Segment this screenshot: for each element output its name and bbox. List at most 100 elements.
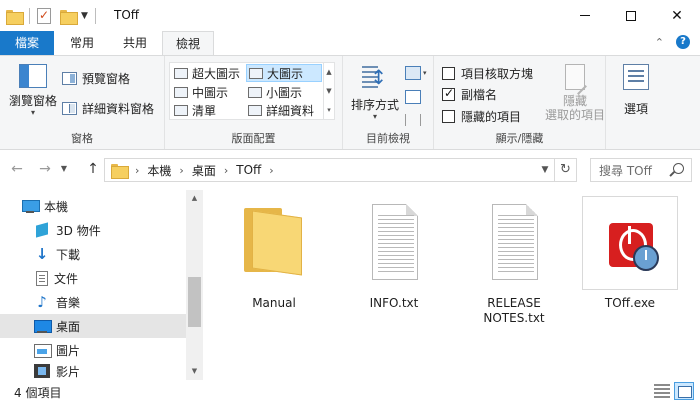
large-icons-view-icon[interactable] — [674, 382, 694, 400]
breadcrumb-separator[interactable]: › — [135, 164, 139, 177]
download-arrow-icon: ↓ — [35, 245, 49, 263]
minimize-button[interactable] — [562, 0, 608, 31]
refresh-icon[interactable]: ↻ — [554, 159, 576, 181]
sidebar-item-music[interactable]: ♪ 音樂 — [0, 290, 186, 314]
up-arrow-icon[interactable]: ↑ — [84, 161, 102, 177]
sidebar-item-documents[interactable]: 文件 — [0, 266, 186, 290]
layout-details[interactable]: 詳細資料 — [246, 101, 322, 119]
desktop-icon — [34, 318, 52, 334]
sidebar-item-videos[interactable]: 影片 — [0, 362, 186, 380]
details-pane-label: 詳細資料窗格 — [82, 101, 155, 116]
text-document-icon — [492, 204, 538, 280]
file-name: Manual — [252, 296, 296, 310]
options-icon — [623, 64, 649, 90]
checkbox[interactable] — [442, 109, 455, 123]
customize-toolbar-dropdown-icon[interactable]: ▼ — [81, 11, 88, 21]
layout-medium-icons[interactable]: 中圖示 — [172, 83, 244, 101]
details-icon — [248, 104, 262, 116]
layout-list[interactable]: 清單 — [172, 101, 244, 119]
sidebar-item-this-pc[interactable]: 本機 — [0, 194, 186, 218]
group-by-icon[interactable] — [405, 66, 421, 80]
tab-view[interactable]: 檢視 — [162, 31, 214, 56]
recent-locations-chevron-icon[interactable]: ▼ — [58, 164, 70, 173]
navigation-pane-scrollbar[interactable]: ▲ ▼ — [186, 190, 203, 380]
file-extensions-toggle[interactable]: 副檔名 — [442, 84, 497, 104]
sidebar-item-label: 影片 — [56, 364, 81, 379]
layout-item-label: 中圖示 — [192, 85, 229, 100]
current-view-group: ↕ 排序方式 ▾ ▾ 目前檢視 — [343, 56, 434, 149]
file-item-manual[interactable]: Manual — [224, 196, 324, 311]
3d-objects-icon — [34, 222, 50, 238]
file-name: RELEASE NOTES.txt — [464, 296, 564, 326]
music-note-icon: ♪ — [37, 293, 47, 311]
hide-selected-icon — [565, 64, 585, 90]
breadcrumb-separator[interactable]: › — [179, 164, 183, 177]
medium-icons-icon — [174, 86, 188, 98]
options-button[interactable]: 選項 — [614, 64, 658, 117]
file-name-line2: NOTES.txt — [483, 311, 545, 325]
tab-share[interactable]: 共用 — [110, 31, 160, 55]
collapse-ribbon-icon[interactable]: ⌃ — [655, 36, 664, 49]
details-pane-button[interactable]: 詳細資料窗格 — [62, 98, 154, 118]
breadcrumb-separator[interactable]: › — [224, 164, 228, 177]
breadcrumb-desktop[interactable]: 桌面 — [192, 162, 216, 179]
sidebar-item-label: 圖片 — [56, 343, 81, 358]
tab-file[interactable]: 檔案 — [0, 31, 54, 55]
checkbox[interactable] — [442, 66, 455, 80]
layout-item-label: 大圖示 — [267, 66, 304, 81]
layout-small-icons[interactable]: 小圖示 — [246, 83, 322, 101]
hidden-items-toggle[interactable]: 隱藏的項目 — [442, 106, 521, 126]
layout-item-label: 清單 — [192, 103, 217, 118]
extra-large-icons-icon — [174, 67, 188, 79]
window-title: TOff — [114, 8, 140, 22]
chevron-down-icon: ▾ — [372, 112, 377, 121]
sidebar-item-3d-objects[interactable]: 3D 物件 — [0, 218, 186, 242]
help-icon[interactable]: ? — [676, 35, 690, 49]
layout-large-icons[interactable]: 大圖示 — [246, 64, 322, 82]
maximize-button[interactable] — [608, 0, 654, 31]
hide-selected-label-line2: 選取的項目 — [544, 108, 605, 122]
breadcrumb-toff[interactable]: TOff — [236, 163, 261, 177]
details-view-icon[interactable] — [654, 384, 670, 398]
properties-icon[interactable] — [37, 8, 51, 24]
search-input[interactable]: 搜尋 TOff — [590, 158, 692, 182]
file-list: Manual INFO.txt RELEASE NOTES.txt TOff.e… — [204, 190, 700, 380]
preview-pane-button[interactable]: 預覽窗格 — [62, 68, 130, 88]
new-folder-icon[interactable] — [60, 9, 78, 25]
size-columns-icon[interactable] — [405, 114, 421, 126]
scroll-down-icon[interactable]: ▼ — [186, 363, 203, 380]
tab-home[interactable]: 常用 — [56, 31, 108, 55]
file-item-info-txt[interactable]: INFO.txt — [344, 196, 444, 311]
scroll-up-icon[interactable]: ▲ — [186, 190, 203, 207]
navigation-pane-button[interactable]: 瀏覽窗格 ▾ — [6, 64, 60, 117]
address-history-chevron-icon[interactable]: ▼ — [536, 165, 554, 175]
hide-selected-items-button[interactable]: 隱藏 選取的項目 — [544, 64, 606, 122]
hide-selected-label-line1: 隱藏 — [562, 94, 587, 108]
large-icons-icon — [249, 67, 263, 79]
back-arrow-icon[interactable]: ← — [8, 161, 26, 177]
sort-by-button[interactable]: ↕ 排序方式 ▾ — [349, 64, 401, 121]
hidden-items-label: 隱藏的項目 — [461, 109, 522, 124]
sidebar-item-downloads[interactable]: ↓ 下載 — [0, 242, 186, 266]
more-icon[interactable]: ▾ — [327, 106, 331, 114]
layout-extra-large-icons[interactable]: 超大圖示 — [172, 64, 244, 82]
breadcrumb-this-pc[interactable]: 本機 — [147, 162, 171, 179]
sidebar-item-desktop[interactable]: 桌面 — [0, 314, 186, 338]
breadcrumb-separator[interactable]: › — [269, 164, 273, 177]
item-checkboxes-toggle[interactable]: 項目核取方塊 — [442, 63, 533, 83]
address-bar[interactable]: › 本機 › 桌面 › TOff › ▼ ↻ — [104, 158, 577, 182]
checkbox[interactable] — [442, 86, 455, 101]
sidebar-item-pictures[interactable]: 圖片 — [0, 338, 186, 362]
chevron-down-icon[interactable]: ▼ — [326, 87, 331, 95]
file-item-toff-exe[interactable]: TOff.exe — [580, 196, 680, 311]
chevron-up-icon[interactable]: ▲ — [326, 68, 331, 76]
minimize-icon — [580, 15, 590, 16]
layout-gallery-scroll[interactable]: ▲ ▼ ▾ — [323, 63, 334, 119]
forward-arrow-icon[interactable]: → — [36, 161, 54, 177]
add-columns-icon[interactable] — [405, 90, 421, 104]
close-button[interactable]: ✕ — [654, 0, 700, 31]
layout-item-label: 詳細資料 — [266, 103, 315, 118]
file-item-release-notes[interactable]: RELEASE NOTES.txt — [464, 196, 564, 326]
scrollbar-thumb[interactable] — [188, 277, 201, 327]
text-document-icon — [372, 204, 418, 280]
